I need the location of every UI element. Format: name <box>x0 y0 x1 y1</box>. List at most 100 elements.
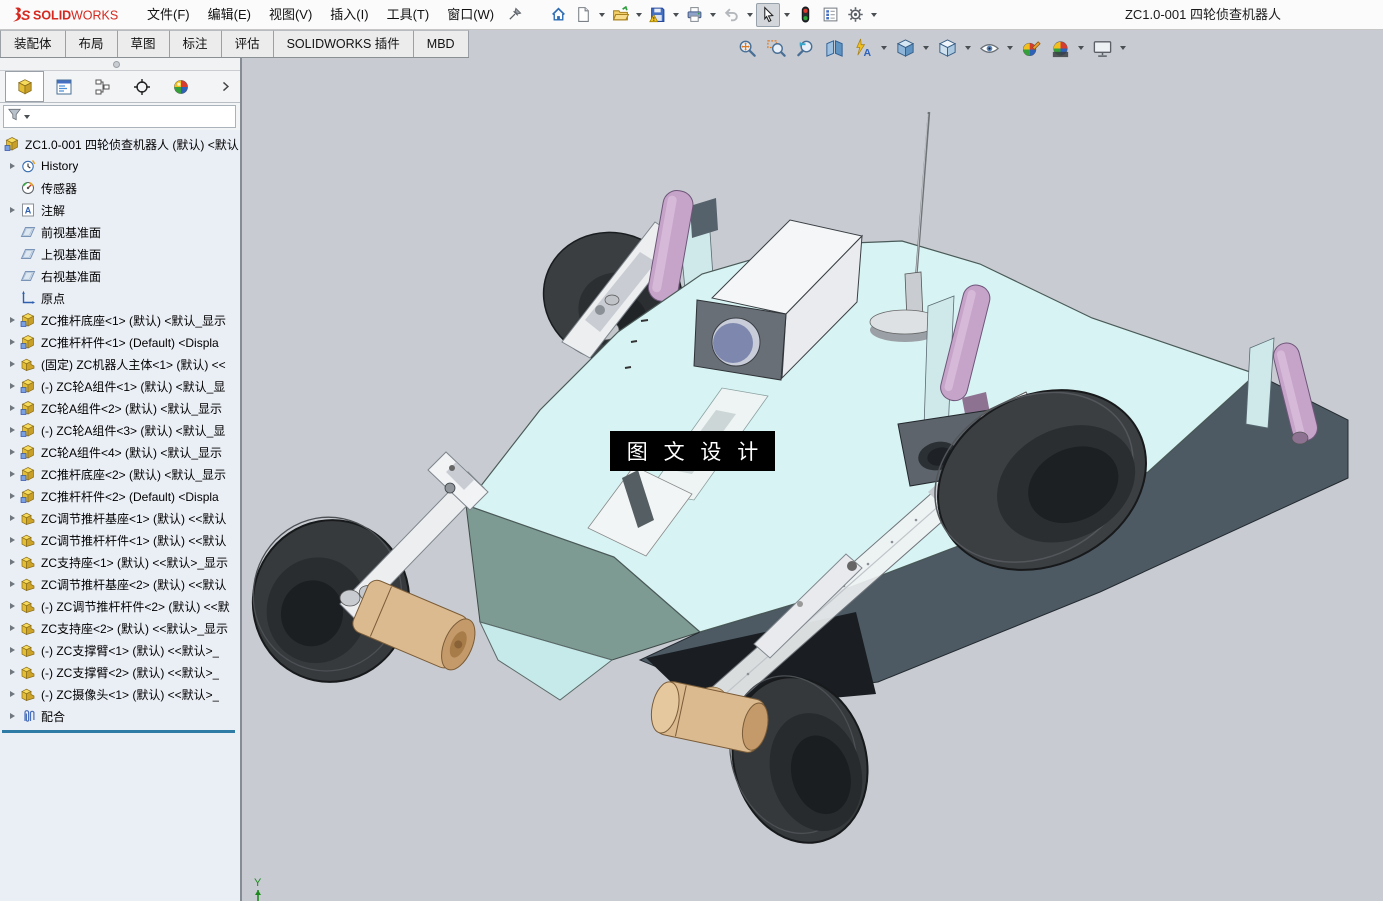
tree-item-20[interactable]: ZC调节推杆基座<2> (默认) <<默认 <box>0 573 240 595</box>
fm-displaymgr-tab[interactable] <box>161 71 200 102</box>
save-dropdown-caret-icon[interactable] <box>670 3 681 27</box>
menu-item-3[interactable]: 插入(I) <box>321 0 377 30</box>
expand-arrow-icon[interactable] <box>4 669 20 675</box>
section-view-button[interactable] <box>821 35 847 61</box>
command-tab-0[interactable]: 装配体 <box>0 30 66 57</box>
display-style-dropdown-caret-icon[interactable] <box>963 35 973 61</box>
menu-item-0[interactable]: 文件(F) <box>138 0 199 30</box>
undo-dropdown-caret-icon[interactable] <box>744 3 755 27</box>
tree-item-25[interactable]: (-) ZC摄像头<1> (默认) <<默认>_ <box>0 683 240 705</box>
menu-item-2[interactable]: 视图(V) <box>260 0 321 30</box>
expand-arrow-icon[interactable] <box>4 625 20 631</box>
robot-assembly-model[interactable] <box>242 30 1383 901</box>
expand-arrow-icon[interactable] <box>4 339 20 345</box>
panel-expand-chevron-icon[interactable] <box>219 71 232 102</box>
expand-arrow-icon[interactable] <box>4 405 20 411</box>
tree-item-21[interactable]: (-) ZC调节推杆杆件<2> (默认) <<默 <box>0 595 240 617</box>
expand-arrow-icon[interactable] <box>4 449 20 455</box>
select-button[interactable] <box>756 2 781 27</box>
undo-button[interactable] <box>719 3 743 27</box>
command-tab-6[interactable]: MBD <box>413 30 469 57</box>
new-document-dropdown-caret-icon[interactable] <box>596 3 607 27</box>
menu-item-4[interactable]: 工具(T) <box>378 0 439 30</box>
home-button[interactable] <box>546 3 570 27</box>
tree-item-17[interactable]: ZC调节推杆基座<1> (默认) <<默认 <box>0 507 240 529</box>
tree-item-1[interactable]: History <box>0 155 240 177</box>
tree-item-10[interactable]: (固定) ZC机器人主体<1> (默认) << <box>0 353 240 375</box>
expand-arrow-icon[interactable] <box>4 537 20 543</box>
tree-item-3[interactable]: A 注解 <box>0 199 240 221</box>
hide-show-items-button[interactable] <box>976 35 1002 61</box>
command-tab-5[interactable]: SOLIDWORKS 插件 <box>273 30 414 57</box>
tree-item-0[interactable]: ZC1.0-001 四轮侦查机器人 (默认) <默认 <box>0 133 240 155</box>
tree-item-14[interactable]: ZC轮A组件<4> (默认) <默认_显示 <box>0 441 240 463</box>
tree-item-5[interactable]: 上视基准面 <box>0 243 240 265</box>
options-list-button[interactable] <box>818 3 842 27</box>
expand-arrow-icon[interactable] <box>4 471 20 477</box>
tree-item-26[interactable]: 配合 <box>0 705 240 727</box>
expand-arrow-icon[interactable] <box>4 163 20 169</box>
tree-filter-input[interactable] <box>3 105 236 128</box>
annotation-views-dropdown-caret-icon[interactable] <box>879 35 889 61</box>
expand-arrow-icon[interactable] <box>4 383 20 389</box>
tree-item-8[interactable]: ZC推杆底座<1> (默认) <默认_显示 <box>0 309 240 331</box>
hide-show-items-dropdown-caret-icon[interactable] <box>1005 35 1015 61</box>
tree-item-22[interactable]: ZC支持座<2> (默认) <<默认>_显示 <box>0 617 240 639</box>
edit-appearance-button[interactable] <box>1018 35 1044 61</box>
tree-item-18[interactable]: ZC调节推杆杆件<1> (默认) <<默认 <box>0 529 240 551</box>
display-style-button[interactable] <box>934 35 960 61</box>
expand-arrow-icon[interactable] <box>4 427 20 433</box>
view-settings-button[interactable] <box>1089 35 1115 61</box>
expand-arrow-icon[interactable] <box>4 581 20 587</box>
rebuild-traffic-light-button[interactable] <box>793 3 817 27</box>
command-tab-4[interactable]: 评估 <box>221 30 274 57</box>
save-button[interactable] <box>645 3 669 27</box>
expand-arrow-icon[interactable] <box>4 713 20 719</box>
rollback-bar[interactable] <box>2 730 235 733</box>
tree-item-9[interactable]: ZC推杆杆件<1> (Default) <Displa <box>0 331 240 353</box>
view-settings-dropdown-caret-icon[interactable] <box>1118 35 1128 61</box>
fm-features-tab[interactable] <box>5 71 44 102</box>
fm-configmgr-tab[interactable] <box>83 71 122 102</box>
zoom-to-area-button[interactable] <box>763 35 789 61</box>
view-orientation-dropdown-caret-icon[interactable] <box>921 35 931 61</box>
expand-arrow-icon[interactable] <box>4 493 20 499</box>
tree-item-11[interactable]: (-) ZC轮A组件<1> (默认) <默认_显 <box>0 375 240 397</box>
new-document-button[interactable] <box>571 3 595 27</box>
fm-dimxpert-tab[interactable] <box>122 71 161 102</box>
zoom-to-fit-button[interactable] <box>734 35 760 61</box>
tree-item-23[interactable]: (-) ZC支撑臂<1> (默认) <<默认>_ <box>0 639 240 661</box>
expand-arrow-icon[interactable] <box>4 207 20 213</box>
pin-icon[interactable] <box>507 7 522 22</box>
menu-item-5[interactable]: 窗口(W) <box>438 0 503 30</box>
print-button[interactable] <box>682 3 706 27</box>
command-tab-2[interactable]: 草图 <box>117 30 170 57</box>
tree-item-19[interactable]: ZC支持座<1> (默认) <<默认>_显示 <box>0 551 240 573</box>
tree-item-2[interactable]: 传感器 <box>0 177 240 199</box>
apply-scene-button[interactable] <box>1047 35 1073 61</box>
expand-arrow-icon[interactable] <box>4 559 20 565</box>
tree-item-4[interactable]: 前视基准面 <box>0 221 240 243</box>
tree-item-16[interactable]: ZC推杆杆件<2> (Default) <Displa <box>0 485 240 507</box>
command-tab-3[interactable]: 标注 <box>169 30 222 57</box>
tree-item-24[interactable]: (-) ZC支撑臂<2> (默认) <<默认>_ <box>0 661 240 683</box>
view-orientation-button[interactable] <box>892 35 918 61</box>
filter-caret-icon[interactable] <box>24 114 30 119</box>
expand-arrow-icon[interactable] <box>4 647 20 653</box>
tree-item-12[interactable]: ZC轮A组件<2> (默认) <默认_显示 <box>0 397 240 419</box>
menu-item-1[interactable]: 编辑(E) <box>199 0 260 30</box>
expand-arrow-icon[interactable] <box>4 317 20 323</box>
open-button[interactable] <box>608 3 632 27</box>
graphics-viewport[interactable]: A 图 文 设 计 Y <box>242 30 1383 901</box>
expand-arrow-icon[interactable] <box>4 361 20 367</box>
select-dropdown-caret-icon[interactable] <box>781 3 792 27</box>
tree-item-15[interactable]: ZC推杆底座<2> (默认) <默认_显示 <box>0 463 240 485</box>
print-dropdown-caret-icon[interactable] <box>707 3 718 27</box>
settings-gear-dropdown-caret-icon[interactable] <box>868 3 879 27</box>
settings-gear-button[interactable] <box>843 3 867 27</box>
expand-arrow-icon[interactable] <box>4 515 20 521</box>
previous-view-button[interactable] <box>792 35 818 61</box>
tree-item-7[interactable]: 原点 <box>0 287 240 309</box>
tree-item-13[interactable]: (-) ZC轮A组件<3> (默认) <默认_显 <box>0 419 240 441</box>
apply-scene-dropdown-caret-icon[interactable] <box>1076 35 1086 61</box>
